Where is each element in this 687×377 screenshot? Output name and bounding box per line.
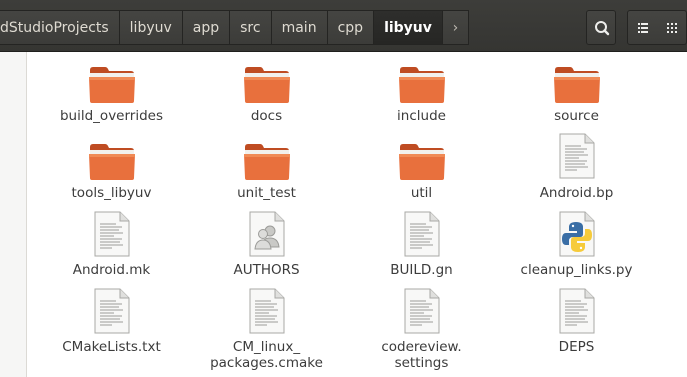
text-file-icon [559,288,594,334]
breadcrumb-item-libyuv-root[interactable]: libyuv [119,10,183,45]
file-item-deps[interactable]: DEPS [499,288,654,368]
text-file-icon [404,211,439,257]
text-file-icon [249,288,284,334]
folder-icon [243,67,290,103]
folder-icon [398,144,445,180]
file-name: CM_linux_ packages.cmake [210,339,323,371]
breadcrumb-item-androidstudioprojects[interactable]: dStudioProjects [0,10,120,45]
file-name: cleanup_links.py [520,262,633,278]
folder-icon [398,67,445,103]
breadcrumb-item-src[interactable]: src [230,10,272,45]
file-item-cm-linux-packages-cmake[interactable]: CM_linux_ packages.cmake [189,288,344,377]
file-name: CMakeLists.txt [62,339,161,355]
breadcrumb-next-button[interactable]: › [442,10,469,45]
breadcrumb: dStudioProjects libyuv app src main cpp … [0,10,469,45]
file-item-cmakelists-txt[interactable]: CMakeLists.txt [34,288,189,368]
file-name: unit_test [237,185,296,201]
file-name: docs [250,108,283,124]
file-item-include[interactable]: include [344,64,499,144]
file-name: Android.mk [72,262,151,278]
file-item-build-overrides[interactable]: build_overrides [34,64,189,144]
file-name: util [410,185,433,201]
file-name: DEPS [558,339,595,355]
breadcrumb-item-cpp[interactable]: cpp [327,10,375,45]
file-name: codereview. settings [381,339,462,371]
file-item-cleanup-links-py[interactable]: cleanup_links.py [499,211,654,291]
file-item-codereview-settings[interactable]: codereview. settings [344,288,499,377]
file-name: include [397,108,446,124]
list-view-button[interactable] [627,10,657,45]
file-name: tools_libyuv [71,185,152,201]
python-file-icon [559,211,594,257]
breadcrumb-item-main[interactable]: main [271,10,328,45]
header-bar: dStudioProjects libyuv app src main cpp … [0,0,687,52]
chevron-right-icon: › [452,20,459,36]
text-file-icon [94,288,129,334]
file-name: source [554,108,599,124]
list-view-icon [638,23,648,33]
file-item-build-gn[interactable]: BUILD.gn [344,211,499,291]
text-file-icon [404,288,439,334]
text-file-icon [94,211,129,257]
file-manager-window: dStudioProjects libyuv app src main cpp … [0,0,687,377]
file-item-util[interactable]: util [344,141,499,221]
file-name: BUILD.gn [390,262,453,278]
folder-icon [88,144,135,180]
contact-file-icon [249,211,284,257]
file-item-docs[interactable]: docs [189,64,344,144]
folder-icon [243,144,290,180]
breadcrumb-item-libyuv-current[interactable]: libyuv [374,10,443,45]
file-item-unit-test[interactable]: unit_test [189,141,344,221]
file-item-tools-libyuv[interactable]: tools_libyuv [34,141,189,221]
sidebar [0,52,27,377]
file-name: build_overrides [59,108,164,124]
file-item-android-bp[interactable]: Android.bp [499,133,654,213]
file-name: Android.bp [539,185,614,201]
file-name: AUTHORS [233,262,300,278]
file-item-source[interactable]: source [499,64,654,144]
grid-view-icon [667,23,677,33]
grid-view-button[interactable] [656,10,687,45]
search-button[interactable] [586,10,616,45]
text-file-icon [559,133,594,179]
file-item-authors[interactable]: AUTHORS [189,211,344,291]
breadcrumb-item-app[interactable]: app [182,10,231,45]
file-grid: build_overrides docs include source tool… [27,52,687,377]
folder-icon [553,67,600,103]
file-item-android-mk[interactable]: Android.mk [34,211,189,291]
folder-icon [88,67,135,103]
search-icon [595,21,610,36]
